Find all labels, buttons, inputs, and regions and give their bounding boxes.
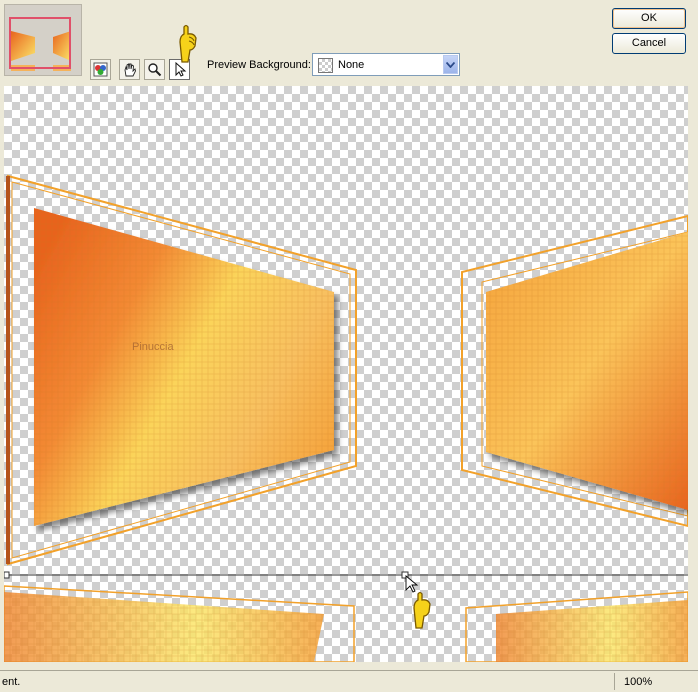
toolbar: Preview Background: None OK Cancel (0, 0, 698, 84)
thumbnail-viewport-frame[interactable] (9, 17, 71, 69)
ok-button[interactable]: OK (612, 8, 686, 29)
chevron-down-icon (446, 61, 455, 68)
pointing-hand-icon (413, 591, 431, 629)
preview-background-value: None (338, 59, 365, 71)
zoom-tool-button[interactable] (144, 59, 165, 80)
transparent-swatch-icon (318, 58, 333, 73)
pan-tool-button[interactable] (119, 59, 140, 80)
watermark-text: Pinuccia (132, 341, 174, 353)
dropdown-button[interactable] (443, 55, 458, 74)
color-picker-button[interactable] (90, 59, 111, 80)
zoom-icon (148, 63, 162, 77)
pan-hand-icon (124, 63, 136, 77)
cancel-button[interactable]: Cancel (612, 33, 686, 54)
status-bar: ent. 100% (0, 670, 698, 692)
preview-canvas[interactable]: Pinuccia (4, 86, 688, 662)
preview-background-label: Preview Background: (207, 59, 311, 71)
pointing-hand-icon (179, 24, 197, 63)
pointer-arrow-icon (175, 62, 187, 77)
preview-image: Pinuccia (4, 174, 688, 662)
status-divider (614, 673, 615, 690)
preview-background-select[interactable]: None (312, 53, 460, 76)
zoom-level: 100% (624, 676, 653, 688)
cursor-icon (405, 575, 419, 593)
color-picker-icon (93, 62, 108, 77)
status-text: ent. (2, 676, 21, 688)
navigator-thumbnail[interactable] (4, 4, 82, 76)
vertical-scrollbar[interactable] (688, 86, 698, 662)
